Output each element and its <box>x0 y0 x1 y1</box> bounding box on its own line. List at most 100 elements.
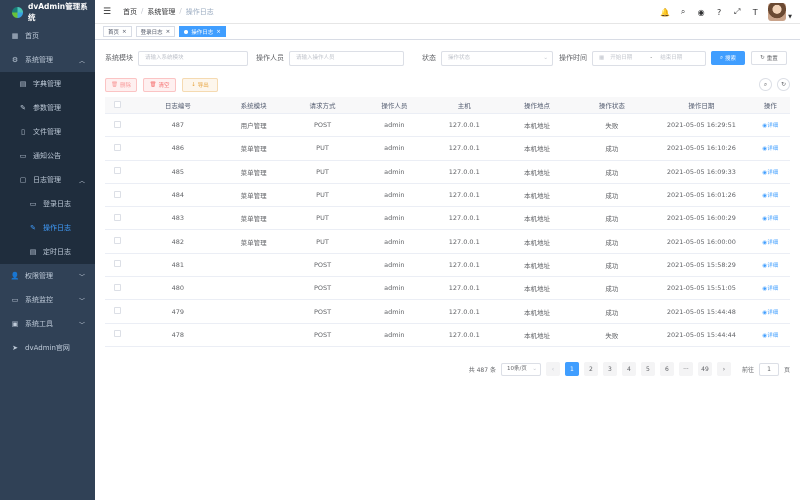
cell-user: admin <box>384 284 405 293</box>
page-button[interactable]: 5 <box>640 362 655 376</box>
fullscreen-icon[interactable]: ⤢ <box>732 7 742 17</box>
question-icon[interactable]: ? <box>714 8 724 17</box>
breadcrumb-home[interactable]: 首页 <box>123 7 137 17</box>
cell-method: PUT <box>316 144 329 153</box>
detail-link[interactable]: ◉详细 <box>762 310 778 316</box>
detail-link[interactable]: ◉详细 <box>762 170 778 176</box>
app-title: dvAdmin管理系统 <box>27 2 88 22</box>
row-checkbox[interactable] <box>114 120 122 128</box>
caret-down-icon[interactable]: ▼ <box>788 14 792 20</box>
refresh-button[interactable]: ↻ <box>777 78 790 91</box>
detail-link[interactable]: ◉详细 <box>762 263 778 269</box>
brand[interactable]: dvAdmin管理系统 <box>0 0 95 24</box>
chevron-down-icon: ⌄ <box>532 365 537 372</box>
select-all-checkbox[interactable] <box>114 100 122 108</box>
bell-icon[interactable]: 🔔 <box>660 8 670 17</box>
sidebar-item-system[interactable]: ⚙ 系统管理 ︿ <box>0 48 95 72</box>
close-icon[interactable]: × <box>166 29 171 35</box>
cell-location: 本机地址 <box>524 285 551 294</box>
detail-link[interactable]: ◉详细 <box>762 240 778 246</box>
status-select[interactable]: 操作状态 ⌄ <box>441 51 553 66</box>
sidebar-item-tool[interactable]: ▣ 系统工具 ﹀ <box>0 312 95 336</box>
sidebar-item-oper-log[interactable]: ✎ 操作日志 <box>0 216 95 240</box>
module-label: 系统模块 <box>105 54 133 62</box>
edit-icon: ✎ <box>20 104 26 112</box>
font-size-icon[interactable]: T <box>750 8 760 17</box>
operator-label: 操作人员 <box>256 54 284 62</box>
row-checkbox[interactable] <box>114 237 122 245</box>
cell-status: 成功 <box>605 215 619 224</box>
cell-id: 487 <box>171 121 185 130</box>
chevron-up-icon: ︿ <box>78 177 85 185</box>
page-button[interactable]: 6 <box>659 362 674 376</box>
detail-link[interactable]: ◉详细 <box>762 123 778 129</box>
tag-oper-log[interactable]: 操作日志 × <box>179 26 226 37</box>
row-checkbox[interactable] <box>114 167 122 175</box>
search-form: 系统模块 请输入系统模块 操作人员 请输入操作人员 状态 操作状态 ⌄ 操作时间… <box>105 51 790 66</box>
detail-link[interactable]: ◉详细 <box>762 333 778 339</box>
form-icon: ✎ <box>30 224 36 232</box>
page-button[interactable]: 1 <box>564 362 579 376</box>
sidebar-item-home[interactable]: ▦ 首页 <box>0 24 95 48</box>
cell-id: 483 <box>171 214 185 223</box>
page-button[interactable]: 2 <box>583 362 598 376</box>
github-icon[interactable]: ◉ <box>696 8 706 17</box>
close-icon[interactable]: × <box>122 29 127 35</box>
operator-input[interactable]: 请输入操作人员 <box>289 51 404 66</box>
row-checkbox[interactable] <box>114 330 122 338</box>
sidebar-item-config[interactable]: ✎ 参数管理 <box>0 96 95 120</box>
table-row: 486 菜单管理 PUT admin 127.0.0.1 本机地址 成功 2021-05-05… <box>105 137 790 161</box>
sidebar-item-job-log[interactable]: ▤ 定时日志 <box>0 240 95 264</box>
sidebar-item-website[interactable]: ➤ dvAdmin官网 <box>0 336 95 360</box>
cell-host: 127.0.0.1 <box>448 237 480 246</box>
cell-module: 菜单管理 <box>240 168 267 177</box>
sidebar-item-monitor[interactable]: ▭ 系统监控 ﹀ <box>0 288 95 312</box>
page-size-select[interactable]: 10条/页 ⌄ <box>500 362 541 376</box>
search-button[interactable]: ⌕ 搜索 <box>711 51 745 65</box>
prev-page-button[interactable]: ‹ <box>545 362 560 376</box>
detail-link[interactable]: ◉详细 <box>762 216 778 222</box>
delete-button[interactable]: 🗑 删除 <box>105 78 137 92</box>
sidebar-item-login-log[interactable]: ▭ 登录日志 <box>0 192 95 216</box>
cell-user: admin <box>384 121 405 130</box>
clear-button[interactable]: 🗑 清空 <box>143 78 176 92</box>
detail-link[interactable]: ◉详细 <box>762 146 778 152</box>
cell-module: 用户管理 <box>240 122 267 131</box>
row-checkbox[interactable] <box>114 307 122 315</box>
tag-login-log[interactable]: 登录日志 × <box>135 26 176 37</box>
row-checkbox[interactable] <box>114 260 122 268</box>
next-page-button[interactable]: › <box>716 362 731 376</box>
sidebar-item-dict[interactable]: ▤ 字典管理 <box>0 72 95 96</box>
tag-home[interactable]: 首页 × <box>103 26 132 37</box>
table-row: 480 POST admin 127.0.0.1 本机地址 成功 2021-05-05 15… <box>105 277 790 301</box>
page-button[interactable]: 3 <box>602 362 617 376</box>
sidebar-item-file[interactable]: ▯ 文件管理 <box>0 120 95 144</box>
toggle-search-button[interactable]: ⌕ <box>759 78 772 91</box>
detail-link[interactable]: ◉详细 <box>762 286 778 292</box>
more-pages-button[interactable]: ··· <box>678 362 693 376</box>
close-icon[interactable]: × <box>216 29 221 35</box>
reset-button[interactable]: ↻ 重置 <box>751 51 787 65</box>
page-button[interactable]: 49 <box>697 362 712 376</box>
sidebar-item-permission[interactable]: 👤 权限管理 ﹀ <box>0 264 95 288</box>
cell-status: 成功 <box>605 261 619 270</box>
hamburger-icon[interactable]: ☰ <box>103 7 113 17</box>
export-button[interactable]: ↓ 导出 <box>182 78 218 92</box>
breadcrumb-system[interactable]: 系统管理 <box>147 7 175 17</box>
sidebar-item-notice[interactable]: ▭ 通知公告 <box>0 144 95 168</box>
row-checkbox[interactable] <box>114 190 122 198</box>
date-range-picker[interactable]: ▦ 开始日期 - 结束日期 <box>592 51 706 66</box>
monitor-icon: ▭ <box>29 200 37 208</box>
search-icon[interactable]: ⌕ <box>678 7 688 17</box>
row-checkbox[interactable] <box>114 143 122 151</box>
goto-page-input[interactable]: 1 <box>758 362 779 376</box>
cell-location: 本机地址 <box>524 331 551 340</box>
row-checkbox[interactable] <box>114 213 122 221</box>
sidebar-item-log[interactable]: ▢ 日志管理 ︿ <box>0 168 95 192</box>
detail-link[interactable]: ◉详细 <box>762 193 778 199</box>
avatar[interactable] <box>768 3 787 21</box>
row-checkbox[interactable] <box>114 283 122 291</box>
page-button[interactable]: 4 <box>621 362 636 376</box>
module-input[interactable]: 请输入系统模块 <box>138 51 248 66</box>
cell-id: 480 <box>171 284 185 293</box>
